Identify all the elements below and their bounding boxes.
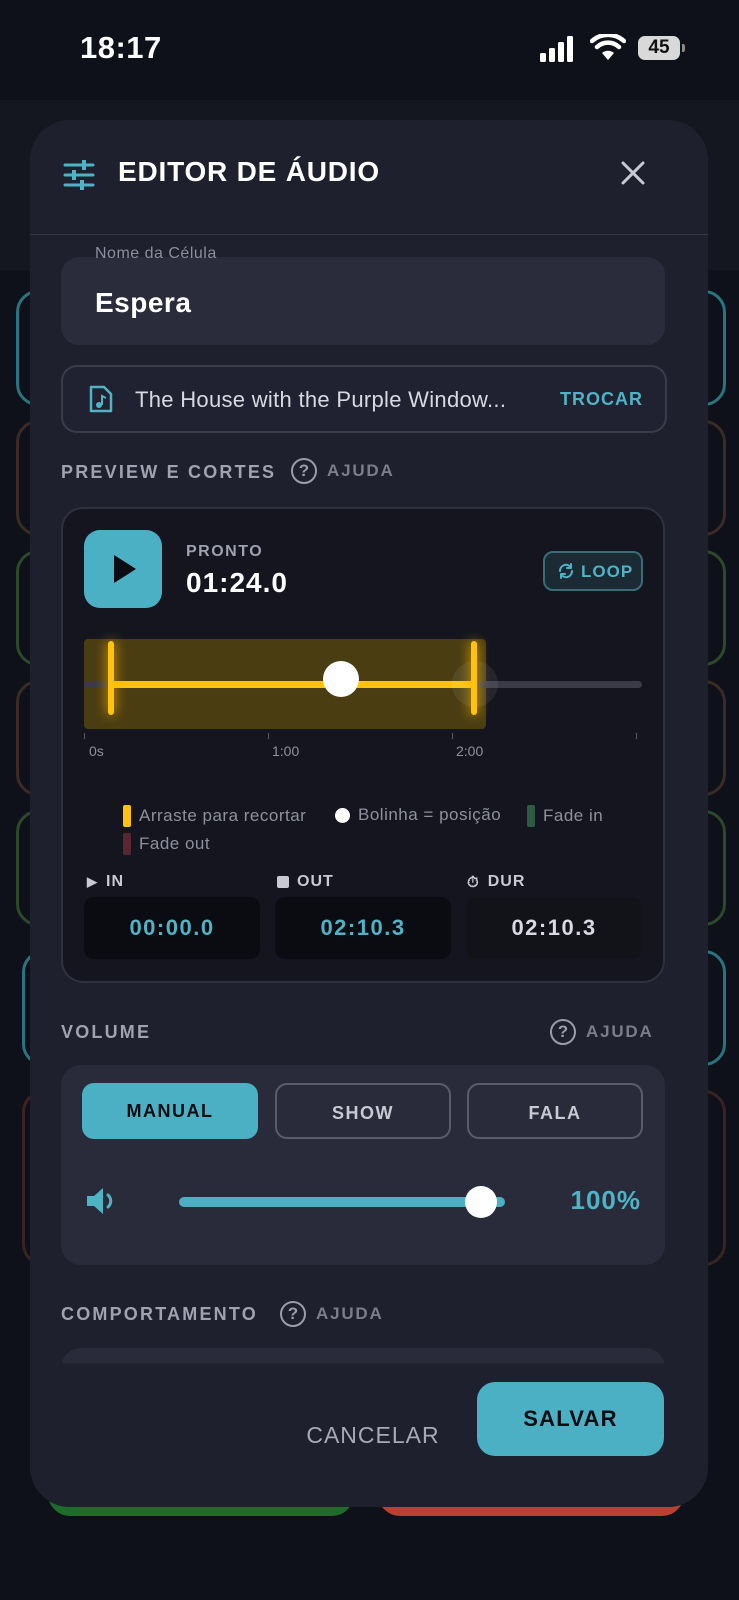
- cell-name-label: Nome da Célula: [95, 245, 217, 262]
- sliders-icon: [63, 160, 95, 190]
- volume-help[interactable]: ? AJUDA: [550, 1019, 654, 1045]
- in-trim-handle[interactable]: [108, 641, 114, 715]
- wifi-icon: [590, 34, 626, 60]
- status-time: 18:17: [80, 30, 162, 65]
- playhead-knob[interactable]: [322, 661, 359, 697]
- loop-label: LOOP: [581, 562, 634, 581]
- out-label-text: OUT: [297, 873, 334, 890]
- timeline-tick-label: 2:00: [456, 743, 484, 759]
- position-dot: [335, 807, 350, 823]
- legend-fade-in: Fade in: [527, 805, 603, 827]
- preview-card: PRONTO 01:24.0 LOOP 0s 1:00 2:00 Arraste…: [61, 507, 665, 983]
- timeline-tick-label: 0s: [89, 743, 104, 759]
- play-small-icon: ▶: [87, 874, 98, 889]
- cancel-button[interactable]: CANCELAR: [298, 1404, 448, 1466]
- close-icon[interactable]: [618, 158, 648, 188]
- timeline-tick: [636, 733, 637, 739]
- volume-help-label: AJUDA: [586, 1022, 654, 1041]
- volume-value: 100%: [570, 1185, 641, 1215]
- volume-section-label: VOLUME: [61, 1022, 152, 1042]
- playback-status: PRONTO: [186, 543, 264, 560]
- mode-fala-button[interactable]: FALA: [467, 1083, 643, 1139]
- out-label: OUT: [277, 873, 334, 891]
- speaker-icon: [87, 1188, 113, 1214]
- audio-editor-modal: EDITOR DE ÁUDIO Nome da Célula Espera Th…: [30, 120, 708, 1507]
- battery-icon: 45: [638, 36, 686, 62]
- behaviour-help[interactable]: ? AJUDA: [280, 1301, 384, 1327]
- preview-help-label: AJUDA: [327, 461, 395, 480]
- in-label: ▶ IN: [87, 873, 124, 891]
- timeline-tick: [268, 733, 269, 739]
- status-bar: 18:17 45: [0, 0, 739, 100]
- volume-slider-track[interactable]: [179, 1197, 505, 1207]
- loop-icon: [558, 563, 574, 579]
- trim-selection: [111, 681, 476, 688]
- loop-button[interactable]: LOOP: [543, 551, 643, 591]
- legend-fade-in-label: Fade in: [543, 806, 604, 825]
- legend-fade-out-label: Fade out: [139, 834, 211, 853]
- play-button[interactable]: [84, 530, 162, 608]
- cell-name-value[interactable]: Espera: [95, 287, 191, 319]
- trim-swatch: [123, 805, 131, 827]
- cellular-signal-icon: [540, 36, 573, 62]
- audio-file-name: The House with the Purple Window...: [135, 387, 507, 412]
- mode-manual-button[interactable]: MANUAL: [82, 1083, 258, 1139]
- timeline-tick: [452, 733, 453, 739]
- modal-header: EDITOR DE ÁUDIO: [30, 120, 708, 235]
- dur-label: ⏱ DUR: [467, 873, 525, 891]
- fade-out-swatch: [123, 833, 131, 855]
- out-trim-handle[interactable]: [471, 641, 477, 715]
- legend-trim: Arraste para recortar: [123, 805, 306, 827]
- in-time-field[interactable]: 00:00.0: [84, 897, 260, 959]
- stopwatch-icon: ⏱: [467, 873, 480, 891]
- change-file-button[interactable]: TROCAR: [560, 389, 643, 410]
- music-file-icon: [89, 385, 113, 413]
- help-icon: ?: [280, 1301, 306, 1327]
- behaviour-help-label: AJUDA: [316, 1304, 384, 1323]
- battery-level: 45: [648, 37, 670, 58]
- play-icon: [114, 555, 136, 583]
- timeline-tick-label: 1:00: [272, 743, 300, 759]
- mode-show-button[interactable]: SHOW: [275, 1083, 451, 1139]
- cell-name-field[interactable]: Nome da Célula Espera: [61, 245, 665, 345]
- out-time-field[interactable]: 02:10.3: [275, 897, 451, 959]
- help-icon: ?: [550, 1019, 576, 1045]
- legend-position-label: Bolinha = posição: [358, 805, 502, 824]
- volume-slider-knob[interactable]: [465, 1186, 497, 1218]
- legend-position: Bolinha = posição: [335, 805, 501, 825]
- stop-icon: [277, 876, 289, 888]
- duration-field: 02:10.3: [466, 897, 642, 959]
- in-label-text: IN: [106, 873, 124, 890]
- playback-position: 01:24.0: [186, 567, 288, 598]
- save-button[interactable]: SALVAR: [477, 1382, 664, 1456]
- volume-card: MANUAL SHOW FALA 100%: [61, 1065, 665, 1265]
- timeline-tick: [84, 733, 85, 739]
- help-icon: ?: [291, 458, 317, 484]
- legend-fade-out: Fade out: [123, 833, 210, 855]
- trim-timeline[interactable]: 0s 1:00 2:00: [84, 639, 642, 759]
- dur-label-text: DUR: [487, 873, 526, 890]
- audio-file-row: The House with the Purple Window... TROC…: [61, 365, 667, 433]
- legend-trim-label: Arraste para recortar: [139, 806, 307, 825]
- preview-help[interactable]: ? AJUDA: [291, 458, 395, 484]
- preview-section-label: PREVIEW E CORTES: [61, 462, 277, 482]
- fade-in-swatch: [527, 805, 535, 827]
- modal-title: EDITOR DE ÁUDIO: [118, 156, 380, 187]
- behaviour-section-label: COMPORTAMENTO: [61, 1304, 258, 1324]
